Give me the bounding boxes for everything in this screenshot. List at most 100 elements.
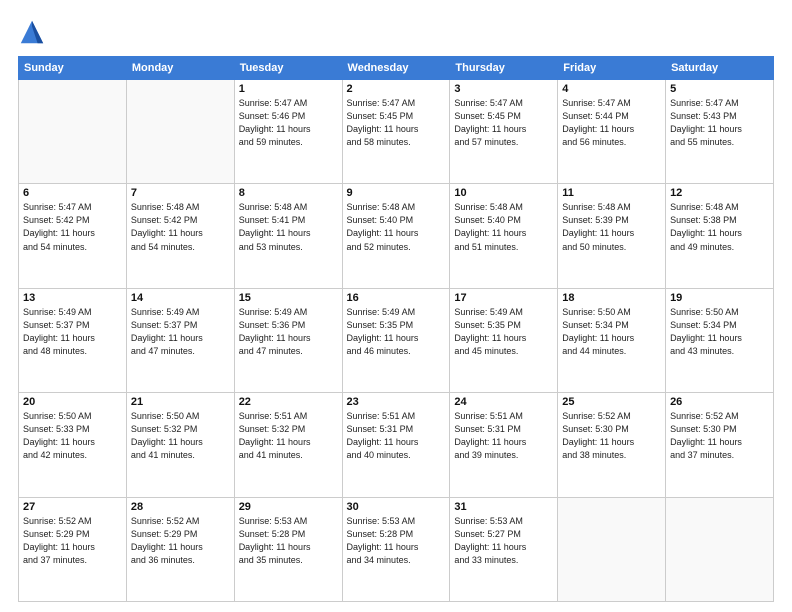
day-detail: Sunrise: 5:49 AM Sunset: 5:36 PM Dayligh…: [239, 306, 338, 358]
day-number: 7: [131, 187, 230, 199]
day-number: 2: [347, 83, 446, 95]
day-number: 25: [562, 396, 661, 408]
header: [18, 18, 774, 46]
calendar-cell: 31Sunrise: 5:53 AM Sunset: 5:27 PM Dayli…: [450, 497, 558, 601]
calendar-cell: 8 Sunrise: 5:48 AM Sunset: 5:41 PM Daylig…: [234, 184, 342, 288]
calendar-cell: [666, 497, 774, 601]
weekday-header-thursday: Thursday: [450, 57, 558, 80]
day-detail: Sunrise: 5:47 AM Sunset: 5:46 PM Dayligh…: [239, 97, 338, 149]
calendar-cell: 7Sunrise: 5:48 AM Sunset: 5:42 PM Daylig…: [126, 184, 234, 288]
day-detail: Sunrise: 5:52 AM Sunset: 5:30 PM Dayligh…: [670, 410, 769, 462]
calendar-cell: 24 Sunrise: 5:51 AM Sunset: 5:31 PM Dayli…: [450, 393, 558, 497]
calendar-cell: [19, 80, 127, 184]
day-detail: Sunrise: 5:47 AM Sunset: 5:42 PM Dayligh…: [23, 201, 122, 253]
weekday-header-friday: Friday: [558, 57, 666, 80]
day-detail: Sunrise: 5:49 AM Sunset: 5:37 PM Dayligh…: [23, 306, 122, 358]
weekday-header-sunday: Sunday: [19, 57, 127, 80]
day-number: 30: [347, 501, 446, 513]
day-detail: Sunrise: 5:48 AM Sunset: 5:41 PM Dayligh…: [239, 201, 338, 253]
page: SundayMondayTuesdayWednesdayThursdayFrid…: [0, 0, 792, 612]
day-number: 1: [239, 83, 338, 95]
weekday-header-row: SundayMondayTuesdayWednesdayThursdayFrid…: [19, 57, 774, 80]
calendar-cell: 11Sunrise: 5:48 AM Sunset: 5:39 PM Dayli…: [558, 184, 666, 288]
calendar-cell: 20 Sunrise: 5:50 AM Sunset: 5:33 PM Dayli…: [19, 393, 127, 497]
calendar-cell: 16Sunrise: 5:49 AM Sunset: 5:35 PM Dayli…: [342, 288, 450, 392]
calendar-cell: 13 Sunrise: 5:49 AM Sunset: 5:37 PM Dayli…: [19, 288, 127, 392]
day-number: 29: [239, 501, 338, 513]
logo: [18, 18, 50, 46]
day-number: 3: [454, 83, 553, 95]
calendar-cell: 21Sunrise: 5:50 AM Sunset: 5:32 PM Dayli…: [126, 393, 234, 497]
day-number: 23: [347, 396, 446, 408]
day-number: 13: [23, 292, 122, 304]
calendar-cell: 14 Sunrise: 5:49 AM Sunset: 5:37 PM Dayli…: [126, 288, 234, 392]
day-number: 31: [454, 501, 553, 513]
calendar-cell: 22 Sunrise: 5:51 AM Sunset: 5:32 PM Dayli…: [234, 393, 342, 497]
day-number: 4: [562, 83, 661, 95]
weekday-header-saturday: Saturday: [666, 57, 774, 80]
day-number: 10: [454, 187, 553, 199]
calendar-cell: 5 Sunrise: 5:47 AM Sunset: 5:43 PM Daylig…: [666, 80, 774, 184]
day-number: 27: [23, 501, 122, 513]
day-number: 14: [131, 292, 230, 304]
weekday-header-wednesday: Wednesday: [342, 57, 450, 80]
calendar-cell: 1 Sunrise: 5:47 AM Sunset: 5:46 PM Daylig…: [234, 80, 342, 184]
weekday-header-monday: Monday: [126, 57, 234, 80]
logo-icon: [18, 18, 46, 46]
week-row-4: 20 Sunrise: 5:50 AM Sunset: 5:33 PM Dayli…: [19, 393, 774, 497]
calendar-cell: 26 Sunrise: 5:52 AM Sunset: 5:30 PM Dayli…: [666, 393, 774, 497]
calendar-cell: 18 Sunrise: 5:50 AM Sunset: 5:34 PM Dayli…: [558, 288, 666, 392]
day-number: 18: [562, 292, 661, 304]
day-number: 12: [670, 187, 769, 199]
calendar-cell: 3 Sunrise: 5:47 AM Sunset: 5:45 PM Daylig…: [450, 80, 558, 184]
day-detail: Sunrise: 5:48 AM Sunset: 5:40 PM Dayligh…: [347, 201, 446, 253]
calendar-cell: 23Sunrise: 5:51 AM Sunset: 5:31 PM Dayli…: [342, 393, 450, 497]
day-detail: Sunrise: 5:50 AM Sunset: 5:34 PM Dayligh…: [562, 306, 661, 358]
day-detail: Sunrise: 5:52 AM Sunset: 5:30 PM Dayligh…: [562, 410, 661, 462]
calendar-cell: 10 Sunrise: 5:48 AM Sunset: 5:40 PM Dayli…: [450, 184, 558, 288]
day-number: 19: [670, 292, 769, 304]
day-detail: Sunrise: 5:51 AM Sunset: 5:31 PM Dayligh…: [454, 410, 553, 462]
day-detail: Sunrise: 5:53 AM Sunset: 5:28 PM Dayligh…: [239, 515, 338, 567]
day-number: 15: [239, 292, 338, 304]
calendar-cell: 30 Sunrise: 5:53 AM Sunset: 5:28 PM Dayli…: [342, 497, 450, 601]
calendar-cell: [126, 80, 234, 184]
day-number: 17: [454, 292, 553, 304]
day-number: 9: [347, 187, 446, 199]
week-row-1: 1 Sunrise: 5:47 AM Sunset: 5:46 PM Daylig…: [19, 80, 774, 184]
day-detail: Sunrise: 5:48 AM Sunset: 5:40 PM Dayligh…: [454, 201, 553, 253]
calendar-cell: 29 Sunrise: 5:53 AM Sunset: 5:28 PM Dayli…: [234, 497, 342, 601]
day-number: 11: [562, 187, 661, 199]
day-number: 26: [670, 396, 769, 408]
day-detail: Sunrise: 5:53 AM Sunset: 5:28 PM Dayligh…: [347, 515, 446, 567]
day-detail: Sunrise: 5:47 AM Sunset: 5:43 PM Dayligh…: [670, 97, 769, 149]
week-row-5: 27 Sunrise: 5:52 AM Sunset: 5:29 PM Dayli…: [19, 497, 774, 601]
calendar-cell: 9 Sunrise: 5:48 AM Sunset: 5:40 PM Daylig…: [342, 184, 450, 288]
calendar-cell: 28 Sunrise: 5:52 AM Sunset: 5:29 PM Dayli…: [126, 497, 234, 601]
day-number: 16: [347, 292, 446, 304]
day-detail: Sunrise: 5:47 AM Sunset: 5:45 PM Dayligh…: [454, 97, 553, 149]
day-detail: Sunrise: 5:52 AM Sunset: 5:29 PM Dayligh…: [131, 515, 230, 567]
weekday-header-tuesday: Tuesday: [234, 57, 342, 80]
day-detail: Sunrise: 5:49 AM Sunset: 5:35 PM Dayligh…: [454, 306, 553, 358]
day-number: 8: [239, 187, 338, 199]
calendar-cell: 17 Sunrise: 5:49 AM Sunset: 5:35 PM Dayli…: [450, 288, 558, 392]
day-number: 22: [239, 396, 338, 408]
day-detail: Sunrise: 5:51 AM Sunset: 5:32 PM Dayligh…: [239, 410, 338, 462]
day-detail: Sunrise: 5:49 AM Sunset: 5:37 PM Dayligh…: [131, 306, 230, 358]
calendar-cell: 25 Sunrise: 5:52 AM Sunset: 5:30 PM Dayli…: [558, 393, 666, 497]
week-row-2: 6Sunrise: 5:47 AM Sunset: 5:42 PM Daylig…: [19, 184, 774, 288]
day-number: 24: [454, 396, 553, 408]
day-number: 21: [131, 396, 230, 408]
day-detail: Sunrise: 5:50 AM Sunset: 5:33 PM Dayligh…: [23, 410, 122, 462]
calendar-cell: 6Sunrise: 5:47 AM Sunset: 5:42 PM Daylig…: [19, 184, 127, 288]
calendar-cell: 12Sunrise: 5:48 AM Sunset: 5:38 PM Dayli…: [666, 184, 774, 288]
calendar-cell: 19Sunrise: 5:50 AM Sunset: 5:34 PM Dayli…: [666, 288, 774, 392]
day-number: 20: [23, 396, 122, 408]
day-detail: Sunrise: 5:47 AM Sunset: 5:44 PM Dayligh…: [562, 97, 661, 149]
calendar-cell: 15 Sunrise: 5:49 AM Sunset: 5:36 PM Dayli…: [234, 288, 342, 392]
day-number: 5: [670, 83, 769, 95]
week-row-3: 13 Sunrise: 5:49 AM Sunset: 5:37 PM Dayli…: [19, 288, 774, 392]
calendar-cell: 4 Sunrise: 5:47 AM Sunset: 5:44 PM Daylig…: [558, 80, 666, 184]
day-number: 28: [131, 501, 230, 513]
